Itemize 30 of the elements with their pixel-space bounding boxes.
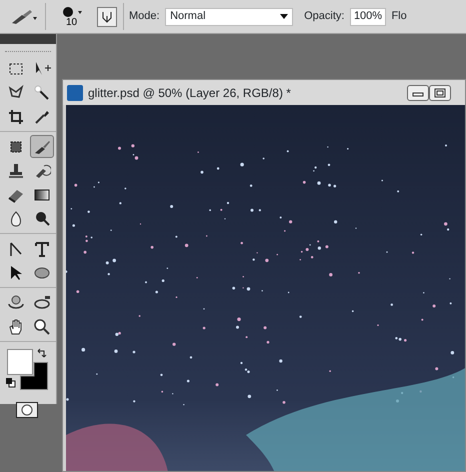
swap-colors-icon[interactable]	[37, 348, 47, 358]
crop-icon	[7, 108, 25, 126]
document-title: glitter.psd @ 50% (Layer 26, RGB/8) *	[88, 84, 292, 102]
default-colors-icon[interactable]	[6, 378, 16, 388]
airbrush-icon	[100, 10, 114, 24]
type-icon	[33, 240, 51, 258]
zoom-icon	[33, 318, 51, 336]
maximize-button[interactable]	[429, 84, 451, 100]
rotate-icon	[7, 294, 25, 312]
magic-wand-icon	[33, 84, 51, 102]
mode-label: Mode:	[129, 9, 160, 24]
brush-size-picker[interactable]: 10	[52, 2, 92, 32]
burn-icon	[33, 210, 51, 228]
opacity-label: Opacity:	[304, 9, 344, 24]
blend-mode-dropdown[interactable]: Normal	[165, 8, 294, 26]
maximize-icon	[434, 88, 446, 98]
tool-button[interactable]	[30, 135, 54, 158]
caret-icon	[280, 14, 288, 19]
app-logo-icon	[67, 84, 83, 100]
circle-icon	[21, 404, 33, 416]
minimize-button[interactable]	[407, 84, 429, 100]
flow-label: Flo	[391, 9, 407, 24]
panel-header-bar	[0, 34, 56, 44]
airbrush-toggle[interactable]	[97, 6, 117, 26]
opacity-field[interactable]: 100%	[350, 8, 386, 26]
orbit-icon	[33, 294, 51, 312]
foreground-color-swatch[interactable]	[7, 349, 33, 375]
quick-mask-button[interactable]	[16, 402, 38, 418]
background-color-swatch[interactable]	[20, 362, 48, 390]
stamp-icon	[7, 162, 25, 180]
